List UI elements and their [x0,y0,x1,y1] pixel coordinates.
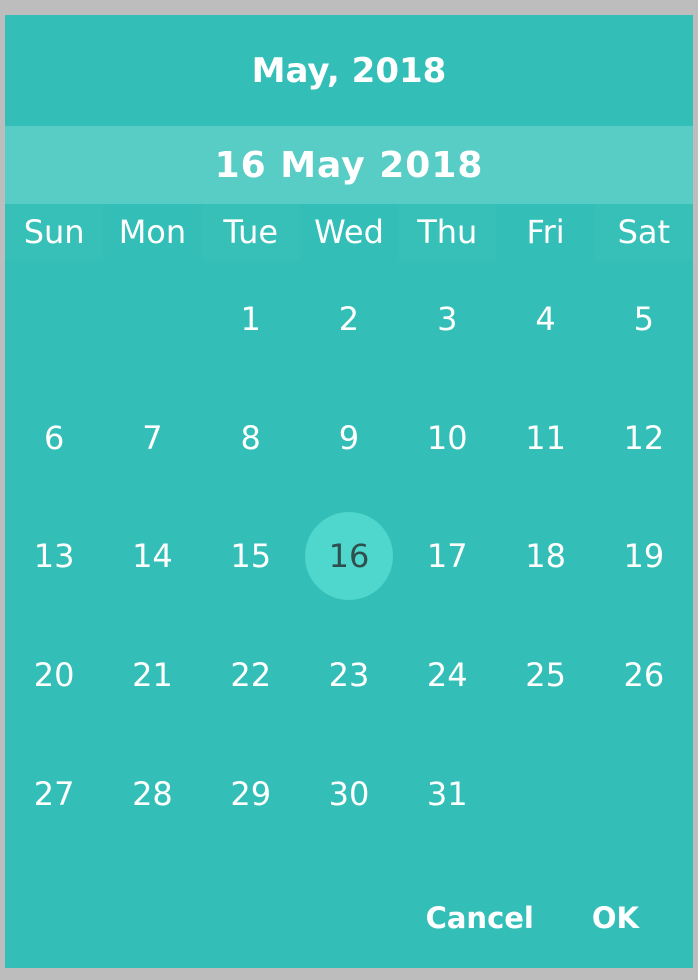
weekday-label-sat: Sat [617,213,671,251]
month-year-title[interactable]: May, 2018 [5,15,693,126]
weekday-label-mon: Mon [118,213,187,251]
day-cell[interactable]: 17 [398,497,496,616]
day-number: 22 [230,656,272,695]
day-cell-selected[interactable]: 16 [300,497,398,616]
day-cell[interactable]: 23 [300,616,398,735]
weekday-label-sun: Sun [23,213,85,251]
ok-button[interactable]: OK [578,891,653,945]
weekday-label-tue: Tue [223,213,279,251]
day-number: 5 [633,300,655,339]
day-number: 3 [437,300,458,339]
day-cell[interactable]: 12 [595,379,693,498]
weekday-label-fri: Fri [526,213,565,251]
day-number: 30 [328,774,370,813]
day-cell[interactable]: 22 [202,616,300,735]
day-cell[interactable]: 10 [398,379,496,498]
day-cell[interactable]: 21 [103,616,201,735]
date-picker-dialog: May, 2018 16 May 2018 Sun Mon Tue Wed Thu Fri… [5,15,693,968]
day-number: 18 [525,537,566,576]
day-number: 24 [426,656,468,695]
day-cell[interactable]: 28 [103,734,201,853]
day-number: 8 [240,418,261,457]
day-cell[interactable]: 31 [398,734,496,853]
day-number: 14 [132,537,173,576]
day-cell[interactable]: 8 [202,379,300,498]
day-number: 15 [230,537,272,576]
day-number: 21 [132,656,173,695]
day-cell[interactable]: 2 [300,260,398,379]
weekday-label-thu: Thu [417,213,478,251]
day-cell[interactable]: 18 [496,497,594,616]
day-cell[interactable]: 11 [496,379,594,498]
empty-day-cell [5,260,103,379]
day-cell[interactable]: 27 [5,734,103,853]
day-cell[interactable]: 26 [595,616,693,735]
day-number: 6 [43,418,65,457]
day-number: 25 [525,656,566,695]
day-number: 4 [535,300,556,339]
day-cell[interactable]: 1 [202,260,300,379]
selected-date-display: 16 May 2018 [5,126,693,204]
day-cell[interactable]: 15 [202,497,300,616]
cancel-button[interactable]: Cancel [412,891,548,945]
day-cell[interactable]: 7 [103,379,201,498]
day-number: 20 [33,656,75,695]
day-number: 17 [426,537,468,576]
day-cell[interactable]: 19 [595,497,693,616]
day-cell[interactable]: 20 [5,616,103,735]
day-cell[interactable]: 9 [300,379,398,498]
day-number: 1 [240,300,261,339]
calendar-grid: 1 2 3 4 5 6 7 8 9 10 11 12 13 14 15 16 17 18 19 20 21 22 23 24 2… [5,260,693,853]
day-number: 31 [426,774,468,813]
day-number: 11 [525,418,566,457]
day-cell[interactable]: 29 [202,734,300,853]
day-cell[interactable]: 13 [5,497,103,616]
day-number: 2 [338,300,360,339]
day-cell[interactable]: 3 [398,260,496,379]
day-number: 19 [623,537,665,576]
day-number: 29 [230,774,272,813]
day-number: 10 [426,418,468,457]
day-number: 26 [623,656,665,695]
day-cell[interactable]: 30 [300,734,398,853]
day-number: 27 [33,774,75,813]
day-number: 9 [338,418,360,457]
weekday-label-wed: Wed [314,213,384,251]
day-cell[interactable]: 24 [398,616,496,735]
day-cell[interactable]: 5 [595,260,693,379]
empty-day-cell [103,260,201,379]
day-number: 12 [623,418,665,457]
day-cell[interactable]: 25 [496,616,594,735]
day-number: 7 [142,418,163,457]
day-number: 28 [132,774,173,813]
day-number: 16 [304,512,393,601]
day-cell[interactable]: 14 [103,497,201,616]
day-number: 13 [33,537,75,576]
dialog-actions: Cancel OK [412,868,693,968]
day-cell[interactable]: 4 [496,260,594,379]
day-number: 23 [328,656,370,695]
weekday-header-row: Sun Mon Tue Wed Thu Fri Sat [5,204,693,260]
day-cell[interactable]: 6 [5,379,103,498]
